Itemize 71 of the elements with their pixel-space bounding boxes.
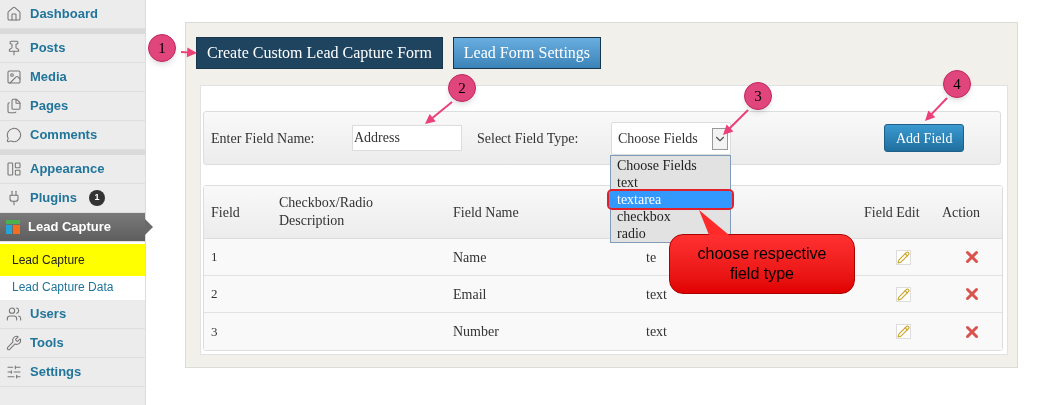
sidebar-label: Settings <box>30 363 82 382</box>
column-header: Checkbox/Radio Description <box>279 193 375 230</box>
sidebar-label: Posts <box>30 39 66 58</box>
pages-icon <box>6 98 22 114</box>
count-badge: 1 <box>88 190 105 206</box>
sliders-icon <box>6 364 22 380</box>
edit-icon[interactable] <box>895 249 911 265</box>
step-marker: 1 <box>148 34 176 62</box>
sidebar-item[interactable]: Pages <box>0 92 145 121</box>
sidebar-label: Pages <box>30 97 69 116</box>
submenu-item[interactable]: Lead Capture <box>0 244 145 276</box>
sidebar-label: Plugins <box>30 189 77 208</box>
sidebar-item[interactable]: Posts <box>0 34 145 63</box>
tab[interactable]: Lead Form Settings <box>452 37 602 69</box>
pointer-arrow <box>723 109 749 135</box>
field-type-label: Select Field Type: <box>477 129 580 148</box>
dropdown-option[interactable]: Choose Fields <box>611 157 730 174</box>
sidebar-item[interactable]: Dashboard <box>0 0 145 29</box>
table-cell-text: Email <box>453 285 488 304</box>
field-name-input[interactable]: Address <box>352 125 462 151</box>
column-header: Field Edit <box>864 203 920 222</box>
dropdown-option[interactable]: text <box>611 174 730 191</box>
dropdown-option[interactable]: textarea <box>609 191 732 208</box>
column-header: Action <box>942 203 981 222</box>
home-icon <box>6 6 22 22</box>
layout-icon <box>6 161 22 177</box>
table-cell: text <box>646 324 667 339</box>
pointer-arrow <box>180 47 197 58</box>
field-type-select[interactable]: Choose Fields <box>611 121 731 155</box>
edit-icon[interactable] <box>895 286 911 302</box>
tab[interactable]: Create Custom Lead Capture Form <box>196 37 443 69</box>
users-icon <box>6 306 22 322</box>
pointer-arrow <box>425 101 453 124</box>
delete-icon[interactable] <box>963 285 981 303</box>
delete-icon[interactable] <box>963 248 981 266</box>
add-field-button[interactable]: Add Field <box>884 124 965 152</box>
wrench-icon <box>6 335 22 351</box>
sidebar-label: Media <box>30 68 67 87</box>
sidebar-item[interactable]: Comments <box>0 121 145 150</box>
sidebar-label: Comments <box>30 126 98 145</box>
column-header: Field Name <box>453 203 519 222</box>
callout-pointer <box>699 210 729 235</box>
table-cell-text: 1 <box>211 248 219 267</box>
sidebar-label: Tools <box>30 334 64 353</box>
sidebar-item[interactable]: Tools <box>0 329 145 358</box>
sidebar-item[interactable]: Media <box>0 63 145 92</box>
dropdown-option[interactable]: checkbox <box>611 208 730 225</box>
sidebar-label: Dashboard <box>30 5 98 24</box>
sidebar-label: Users <box>30 305 67 324</box>
pointer-arrow <box>925 97 948 121</box>
image-icon <box>6 69 22 85</box>
table-cell-text: Number <box>453 323 500 341</box>
sidebar-item[interactable]: Settings <box>0 358 145 387</box>
table-cell: te <box>646 249 657 265</box>
speech-bubble-icon <box>6 127 22 143</box>
sidebar-item[interactable]: Appearance <box>0 155 145 184</box>
callout: choose respective field type <box>669 234 855 294</box>
table-cell-text: 3 <box>211 322 219 341</box>
table-cell: text <box>646 286 667 302</box>
sidebar-item[interactable]: Users <box>0 300 145 329</box>
plug-icon <box>6 190 22 206</box>
table-cell-text: Name <box>453 248 488 267</box>
edit-icon[interactable] <box>895 324 911 339</box>
table-cell-text: 2 <box>211 285 219 304</box>
sidebar-label: Appearance <box>30 160 105 179</box>
submenu-item[interactable]: Lead Capture Data <box>0 276 145 298</box>
squares-icon <box>6 220 20 234</box>
pin-icon <box>6 40 22 56</box>
sidebar-label: Lead Capture <box>28 218 112 237</box>
field-name-label: Enter Field Name: <box>211 129 316 148</box>
column-header: Field <box>211 203 240 222</box>
